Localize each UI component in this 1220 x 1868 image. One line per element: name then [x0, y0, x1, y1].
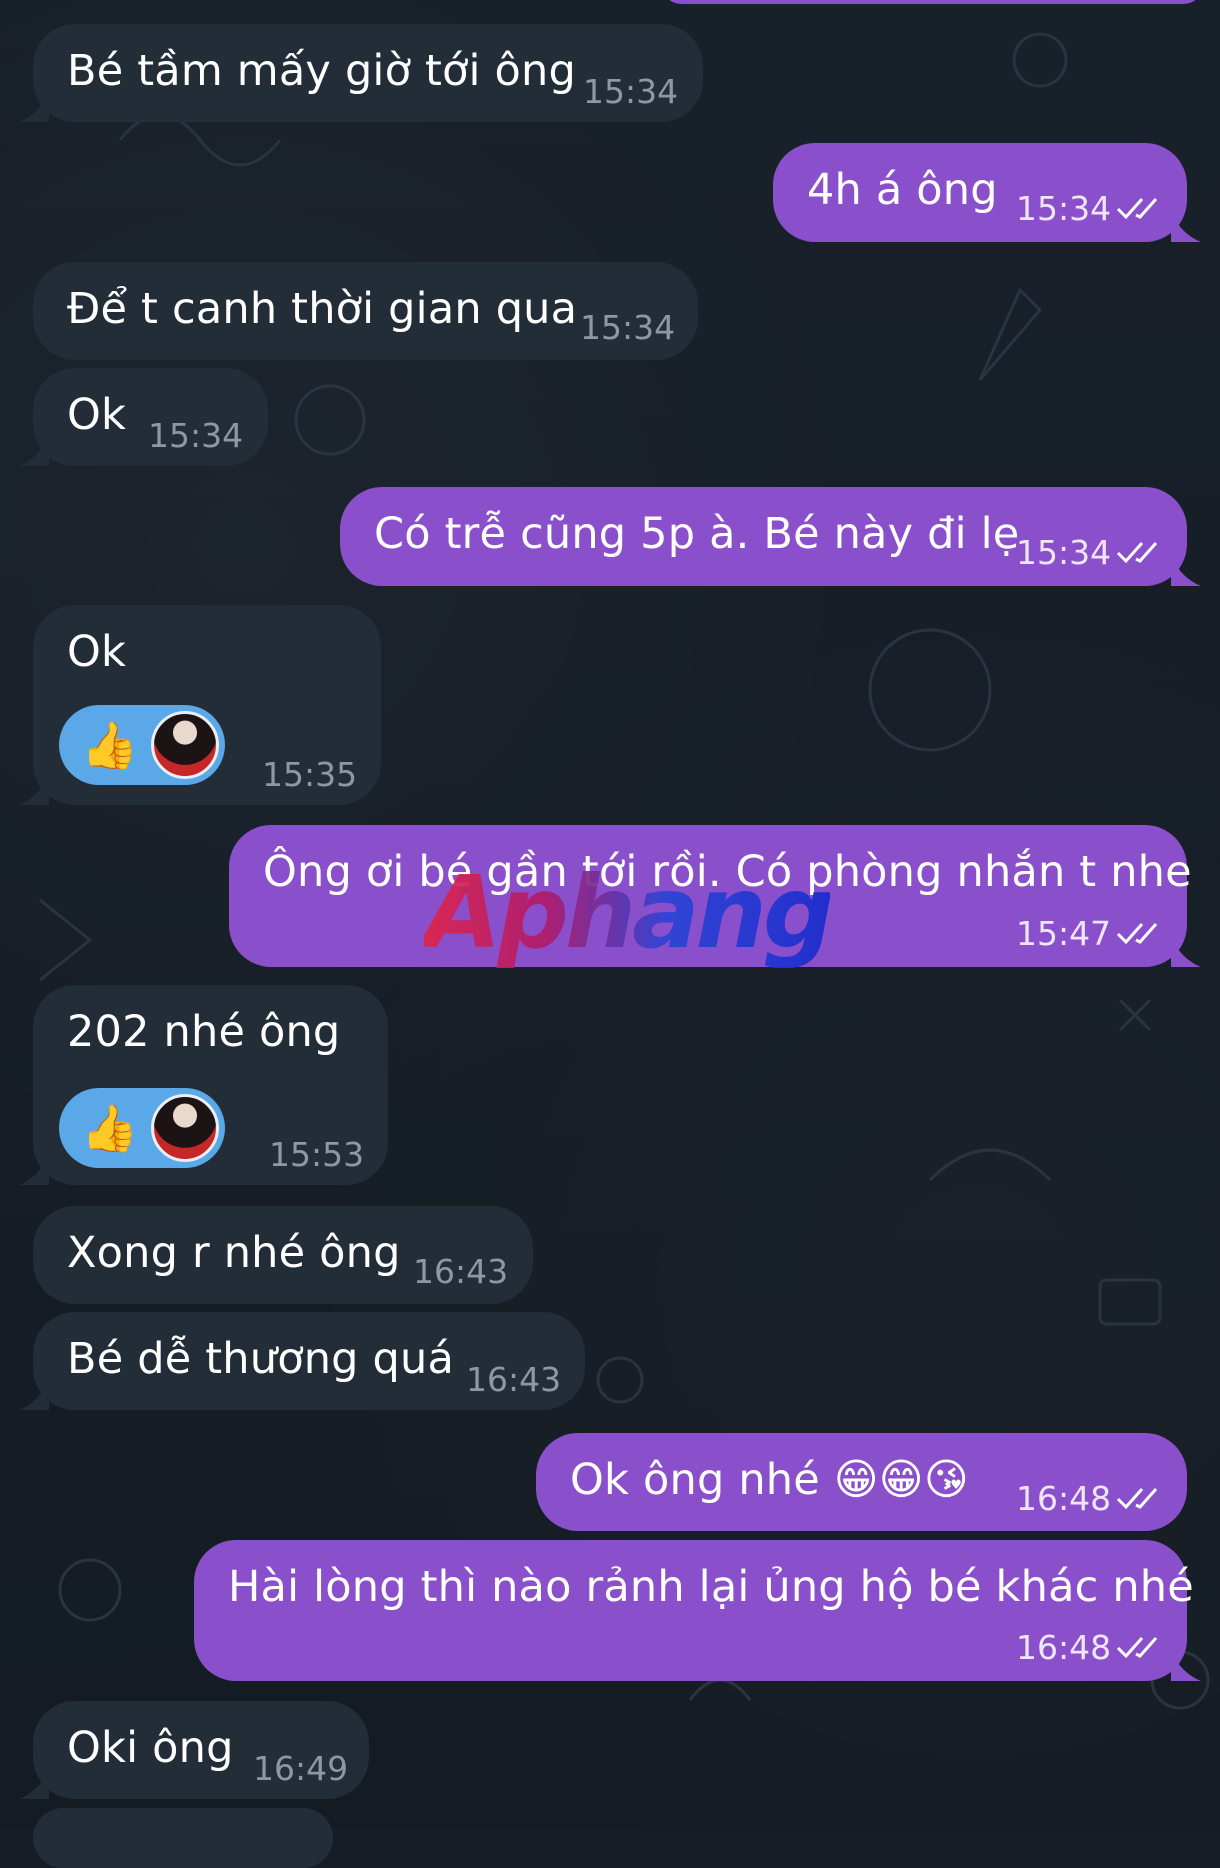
incoming-message[interactable]: Bé dễ thương quá 16:43 — [19, 1312, 585, 1410]
message-time: 15:53 — [269, 1135, 365, 1174]
message-text: Có trễ cũng 5p à. Bé này đi lẹ — [374, 509, 1020, 559]
thumbs-up-icon: 👍 — [81, 1101, 139, 1155]
bubble-tail — [19, 436, 49, 466]
thumbs-up-icon: 👍 — [81, 718, 139, 772]
message-time: 16:48 — [1016, 1479, 1112, 1518]
incoming-message[interactable]: 202 nhé ông 👍 15:53 — [19, 985, 388, 1185]
message-text: Ok — [67, 627, 127, 677]
bubble-tail — [19, 92, 49, 122]
bubble-tail — [1171, 937, 1201, 967]
bubble-tail — [1171, 212, 1201, 242]
message-text: Hài lòng thì nào rảnh lại ủng hộ bé khác… — [228, 1562, 1194, 1612]
incoming-message[interactable]: Để t canh thời gian qua 15:34 — [33, 262, 698, 360]
message-time: 15:34 — [148, 416, 244, 455]
outgoing-message[interactable]: 4h á ông 15:34 — [773, 143, 1201, 242]
reaction-pill[interactable]: 👍 — [59, 705, 225, 785]
message-time: 15:34 — [1016, 533, 1112, 572]
incoming-message[interactable]: Bé tầm mấy giờ tới ông 15:34 — [19, 24, 703, 122]
message-text: 202 nhé ông — [67, 1007, 341, 1057]
message-time: 15:34 — [583, 72, 679, 111]
message-time: 16:48 — [1016, 1628, 1112, 1667]
partial-incoming-bubble — [33, 1808, 333, 1868]
bubble-tail — [19, 1769, 49, 1799]
incoming-message[interactable]: Ok 15:34 — [19, 368, 268, 466]
message-time: 15:34 — [1016, 189, 1112, 228]
watermark-logo: Aphang — [424, 854, 834, 971]
message-time: 16:43 — [466, 1360, 562, 1399]
message-text: Bé dễ thương quá — [67, 1334, 455, 1384]
outgoing-message[interactable]: Có trễ cũng 5p à. Bé này đi lẹ 15:34 — [340, 487, 1201, 586]
message-time: 15:35 — [262, 755, 358, 794]
message-text: Xong r nhé ông — [67, 1228, 401, 1278]
message-time: 16:49 — [253, 1749, 349, 1788]
double-check-icon — [1116, 923, 1158, 945]
message-text: Ok ông nhé 😁😁😘 — [570, 1455, 969, 1505]
message-text: Bé tầm mấy giờ tới ông — [67, 46, 576, 96]
message-text: Oki ông — [67, 1723, 234, 1773]
reaction-pill[interactable]: 👍 — [59, 1088, 225, 1168]
double-check-icon — [1116, 1637, 1158, 1659]
message-time: 15:47 — [1016, 914, 1112, 953]
incoming-message[interactable]: Oki ông 16:49 — [19, 1701, 369, 1799]
double-check-icon — [1116, 542, 1158, 564]
outgoing-message[interactable]: Ok ông nhé 😁😁😘 16:48 — [536, 1433, 1187, 1531]
bubble-tail — [1171, 556, 1201, 586]
bubble-tail — [19, 1380, 49, 1410]
bubble-tail — [1171, 1651, 1201, 1681]
avatar — [151, 1094, 219, 1162]
incoming-message[interactable]: Xong r nhé ông 16:43 — [33, 1206, 533, 1304]
partial-outgoing-bubble — [660, 0, 1205, 4]
bubble-tail — [19, 775, 49, 805]
incoming-message[interactable]: Ok 👍 15:35 — [19, 605, 381, 805]
message-time: 16:43 — [413, 1252, 509, 1291]
double-check-icon — [1116, 198, 1158, 220]
message-text: Ok — [67, 390, 127, 440]
bubble-tail — [19, 1155, 49, 1185]
avatar — [151, 711, 219, 779]
message-time: 15:34 — [580, 308, 676, 347]
outgoing-message[interactable]: Hài lòng thì nào rảnh lại ủng hộ bé khác… — [194, 1540, 1201, 1681]
double-check-icon — [1116, 1488, 1158, 1510]
message-text: Để t canh thời gian qua — [67, 284, 578, 334]
message-text: 4h á ông — [807, 165, 998, 215]
